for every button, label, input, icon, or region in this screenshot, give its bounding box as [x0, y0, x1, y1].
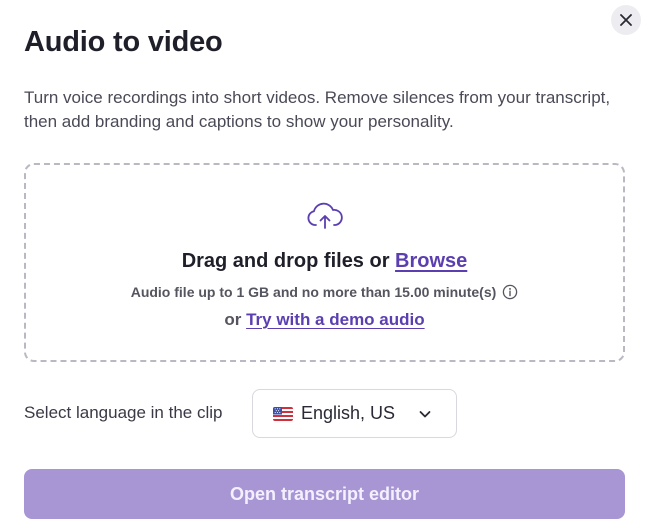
- file-limit-text: Audio file up to 1 GB and no more than 1…: [26, 284, 623, 300]
- language-label: Select language in the clip: [24, 403, 223, 422]
- language-select-value: English, US: [301, 403, 396, 423]
- cloud-upload-icon: [307, 202, 343, 229]
- audio-to-video-dialog: Audio to video Turn voice recordings int…: [0, 0, 652, 530]
- open-transcript-editor-button[interactable]: Open transcript editor: [24, 469, 625, 519]
- browse-link[interactable]: Browse: [395, 250, 467, 272]
- close-icon: [620, 14, 632, 26]
- or-label: or: [224, 310, 247, 329]
- dialog-title: Audio to video: [24, 26, 223, 58]
- close-button[interactable]: [611, 5, 641, 35]
- drag-drop-text: Drag and drop files or Browse: [26, 250, 623, 273]
- us-flag-icon: [273, 406, 293, 421]
- info-icon[interactable]: [502, 284, 518, 300]
- demo-audio-text: or Try with a demo audio: [26, 310, 623, 330]
- file-dropzone[interactable]: Drag and drop files or Browse Audio file…: [24, 163, 625, 362]
- language-select[interactable]: English, US: [252, 389, 457, 438]
- chevron-down-icon: [419, 411, 431, 418]
- drag-drop-label: Drag and drop files or: [181, 250, 396, 272]
- demo-audio-link[interactable]: Try with a demo audio: [246, 310, 425, 329]
- dialog-description: Turn voice recordings into short videos.…: [24, 88, 611, 131]
- file-limit-label: Audio file up to 1 GB and no more than 1…: [130, 284, 497, 300]
